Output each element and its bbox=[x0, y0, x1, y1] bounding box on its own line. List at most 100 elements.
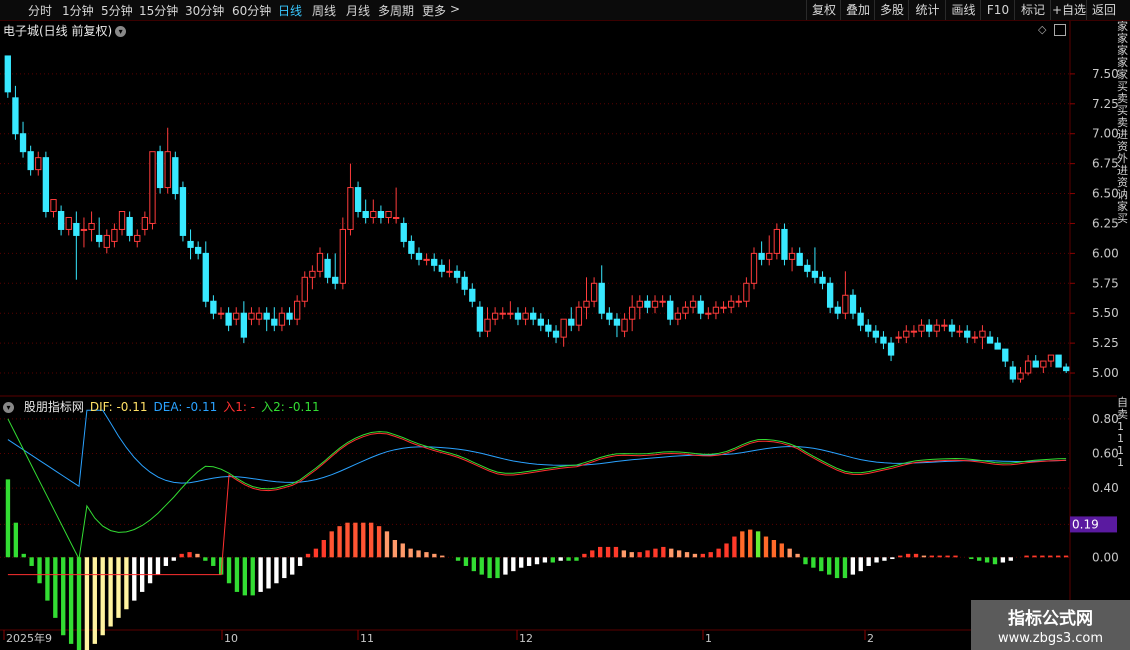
period-tab-2[interactable]: 5分钟 bbox=[101, 2, 133, 19]
time-axis-label: 11 bbox=[360, 632, 374, 645]
candle-body bbox=[149, 151, 156, 224]
candle-body bbox=[453, 270, 461, 278]
time-axis-label: 1 bbox=[705, 632, 712, 645]
candle-body bbox=[948, 324, 956, 332]
candle-body bbox=[971, 336, 978, 339]
candle-body bbox=[1047, 354, 1055, 362]
candle-body bbox=[514, 312, 522, 320]
candle-body bbox=[613, 318, 621, 326]
candle-body bbox=[750, 252, 758, 284]
candle-body bbox=[103, 234, 110, 248]
candle-body bbox=[674, 312, 682, 320]
toolbar-button-0[interactable]: 复权 bbox=[806, 0, 841, 20]
candle-body bbox=[354, 187, 362, 213]
toolbar-button-4[interactable]: 画线 bbox=[945, 0, 981, 20]
toolbar-button-7[interactable]: +自选 bbox=[1050, 0, 1087, 20]
toolbar-button-6[interactable]: 标记 bbox=[1014, 0, 1051, 20]
candle-body bbox=[4, 55, 11, 93]
dea-label: DEA: -0.11 bbox=[153, 400, 218, 414]
candle-body bbox=[415, 252, 423, 260]
candle-body bbox=[80, 228, 88, 231]
candle-body bbox=[788, 252, 796, 260]
candle-body bbox=[293, 300, 301, 320]
toolbar-button-5[interactable]: F10 bbox=[980, 0, 1015, 20]
candle-body bbox=[964, 330, 971, 338]
price-tick-label: 6.75 bbox=[1092, 157, 1119, 171]
candle-body bbox=[476, 306, 484, 332]
period-toolbar: 分时 1分钟 5分钟 15分钟 30分钟 60分钟 日线 周线 月线 多周期 更多 > 复权 叠加 多股统… bbox=[0, 0, 1130, 21]
candle-body bbox=[27, 151, 34, 171]
candle-body bbox=[278, 312, 286, 326]
more-arrow-icon[interactable]: > bbox=[450, 2, 460, 16]
toolbar-button-1[interactable]: 叠加 bbox=[840, 0, 875, 20]
toolbar-button-2[interactable]: 多股 bbox=[874, 0, 909, 20]
period-tab-3[interactable]: 15分钟 bbox=[139, 2, 178, 19]
candle-body bbox=[1055, 354, 1062, 368]
period-tab-9[interactable]: 多周期 bbox=[378, 2, 414, 19]
candle-body bbox=[727, 300, 735, 308]
candle-body bbox=[773, 228, 781, 254]
candle-body bbox=[606, 312, 613, 320]
candle-body bbox=[286, 312, 293, 320]
diamond-icon[interactable]: ◇ bbox=[1038, 23, 1046, 36]
candle-body bbox=[362, 211, 369, 218]
candle-body bbox=[499, 312, 506, 315]
price-tick-label: 7.25 bbox=[1092, 97, 1119, 111]
candle-body bbox=[941, 324, 948, 327]
candle-body bbox=[552, 330, 560, 338]
indicator-name[interactable]: 股朋指标网 bbox=[24, 400, 84, 414]
chart-title: 电子城(日线 前复权) bbox=[3, 24, 113, 38]
candle-body bbox=[42, 157, 50, 212]
candle-body bbox=[118, 211, 126, 230]
candle-body bbox=[65, 216, 72, 230]
candle-body bbox=[689, 300, 697, 308]
indicator-tick-label: 0.80 bbox=[1092, 412, 1119, 426]
candle-body bbox=[1024, 360, 1032, 374]
indicator-value-badge-text: 0.19 bbox=[1072, 517, 1099, 531]
period-tab-5[interactable]: 60分钟 bbox=[232, 2, 271, 19]
candle-body bbox=[598, 282, 605, 314]
candle-body bbox=[979, 330, 986, 338]
toolbar-button-8[interactable]: 返回 bbox=[1086, 0, 1121, 20]
candle-body bbox=[986, 336, 994, 344]
price-tick-label: 6.50 bbox=[1092, 187, 1119, 201]
candle-body bbox=[766, 252, 773, 260]
candle-body bbox=[667, 300, 674, 320]
period-tab-4[interactable]: 30分钟 bbox=[185, 2, 224, 19]
price-tick-label: 5.25 bbox=[1092, 336, 1119, 350]
period-tab-7[interactable]: 周线 bbox=[312, 2, 336, 19]
candlestick-chart[interactable]: 7.50 7.25 7.00 6.75 6.50 6.25 6.00 5.75 5.50 5.25… bbox=[0, 0, 1130, 650]
candle-body bbox=[682, 306, 689, 314]
period-tab-1[interactable]: 1分钟 bbox=[62, 2, 94, 19]
candle-body bbox=[255, 312, 263, 320]
panel-toggle-icon[interactable] bbox=[1054, 24, 1066, 36]
period-tab-8[interactable]: 月线 bbox=[346, 2, 370, 19]
candle-body bbox=[12, 97, 19, 135]
time-axis-label: 2025年9 bbox=[6, 631, 52, 645]
candle-body bbox=[248, 312, 255, 320]
indicator-tick-label: 0.00 bbox=[1092, 550, 1119, 564]
candle-body bbox=[857, 312, 864, 326]
toolbar-button-3[interactable]: 统计 bbox=[908, 0, 946, 20]
candle-body bbox=[301, 276, 308, 302]
watermark-url: www.zbgs3.com bbox=[997, 631, 1104, 646]
candle-body bbox=[156, 151, 164, 189]
price-tick-label: 7.00 bbox=[1092, 127, 1119, 141]
candle-body bbox=[392, 216, 400, 219]
candle-body bbox=[621, 318, 628, 332]
candle-body bbox=[1032, 360, 1039, 368]
candle-body bbox=[575, 306, 583, 326]
candle-body bbox=[872, 330, 880, 338]
chevron-down-icon[interactable]: ▾ bbox=[115, 26, 127, 37]
chevron-down-icon[interactable]: ▾ bbox=[3, 402, 14, 413]
candle-body bbox=[141, 216, 149, 230]
period-tab-10[interactable]: 更多 bbox=[422, 2, 446, 19]
period-tab-0[interactable]: 分时 bbox=[28, 2, 52, 19]
period-tab-6[interactable]: 日线 bbox=[278, 2, 302, 19]
dea-line bbox=[7, 409, 1067, 488]
candle-body bbox=[507, 312, 514, 315]
candle-body bbox=[431, 258, 438, 266]
candle-body bbox=[910, 330, 918, 333]
candle-body bbox=[1017, 372, 1024, 380]
candle-body bbox=[225, 312, 232, 326]
